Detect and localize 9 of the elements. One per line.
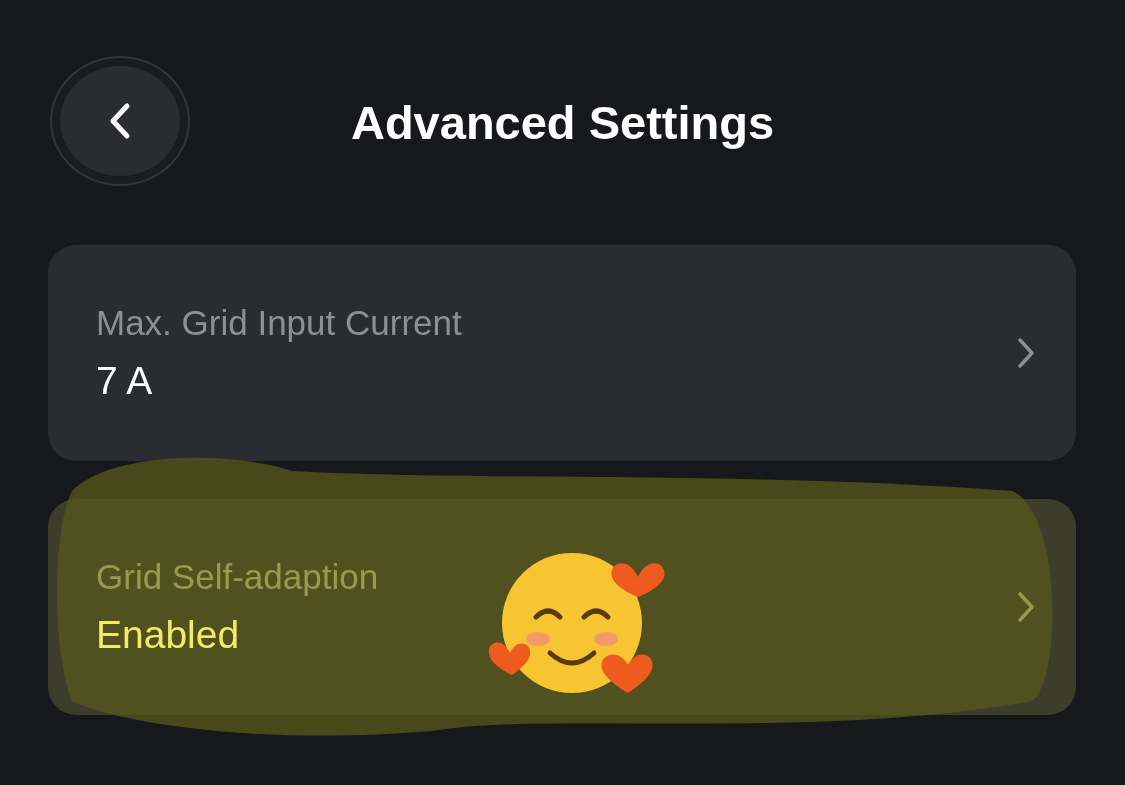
back-icon	[108, 102, 132, 140]
chevron-right-icon	[1016, 591, 1036, 623]
setting-label: Max. Grid Input Current	[96, 301, 462, 344]
setting-row[interactable]: Max. Grid Input Current 7 A	[48, 245, 1076, 461]
setting-value: 7 A	[96, 357, 153, 404]
page-title: Advanced Settings	[350, 96, 775, 149]
setting-label: Grid Self-adaption	[96, 555, 379, 598]
chevron-right-icon	[1016, 337, 1036, 369]
setting-value: Enabled	[96, 611, 240, 658]
